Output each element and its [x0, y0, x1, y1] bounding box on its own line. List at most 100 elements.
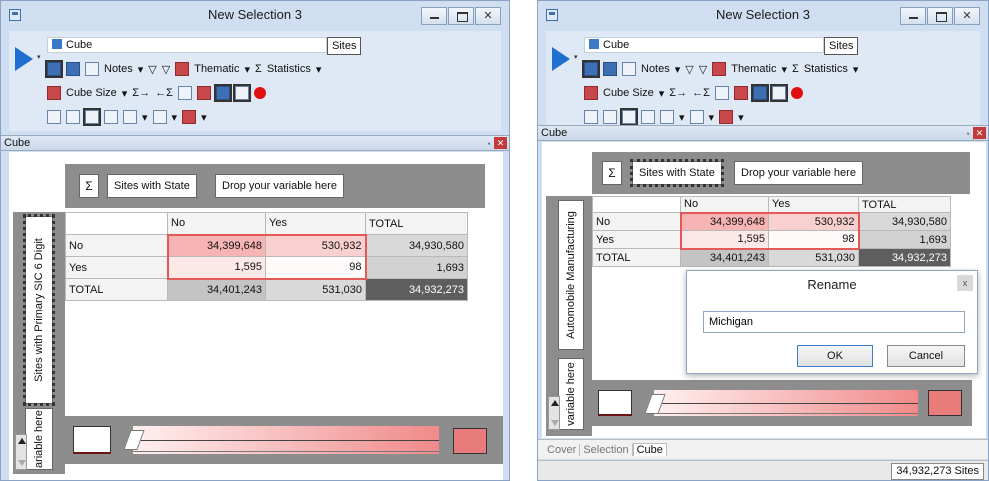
format-icon[interactable] — [66, 110, 80, 124]
cell[interactable]: 530,932 — [768, 211, 860, 231]
filter-icon[interactable]: ▽ — [148, 63, 156, 76]
column-header[interactable]: TOTAL — [365, 212, 468, 235]
clear-filter-icon[interactable]: ▽ — [162, 63, 170, 76]
run-dropdown-icon[interactable]: ▾ — [574, 53, 578, 61]
excel-dropdown-icon[interactable]: ▾ — [679, 111, 685, 124]
cell[interactable]: 34,930,580 — [858, 212, 951, 231]
column-header[interactable]: No — [680, 196, 769, 213]
tab-cover[interactable]: Cover — [544, 443, 581, 456]
sum-back-icon[interactable]: ←Σ — [692, 87, 710, 99]
panel-close-button[interactable]: ✕ — [494, 137, 507, 149]
minimize-button[interactable] — [421, 7, 447, 25]
thematic-dropdown-icon[interactable]: ▾ — [781, 63, 787, 76]
excel-icon[interactable] — [660, 110, 674, 124]
pin-icon[interactable]: ◔ — [486, 137, 491, 151]
grid-icon[interactable] — [213, 84, 232, 102]
word-dropdown-icon[interactable]: ▾ — [709, 111, 715, 124]
row-scrollbar[interactable] — [15, 434, 27, 470]
cell[interactable]: 34,401,243 — [167, 278, 266, 301]
legend-min-swatch[interactable] — [598, 390, 632, 416]
sigma-button[interactable]: Σ — [602, 161, 622, 185]
filter-icon[interactable]: ▽ — [685, 63, 693, 76]
decimal-icon[interactable] — [584, 110, 598, 124]
format-icon[interactable] — [603, 110, 617, 124]
maximize-button[interactable] — [448, 7, 474, 25]
statistics-menu[interactable]: Statistics — [804, 63, 848, 75]
open-icon[interactable] — [582, 60, 600, 78]
dialog-close-button[interactable]: x — [957, 275, 973, 291]
column-header[interactable]: No — [167, 212, 266, 235]
sum-forward-icon[interactable]: Σ→ — [132, 87, 150, 99]
cell[interactable]: 1,595 — [166, 256, 266, 280]
cube-size-dropdown-icon[interactable]: ▾ — [122, 87, 128, 100]
cell[interactable]: 531,030 — [768, 248, 859, 267]
row-drop-zone[interactable]: Automobile Manufacturing variable here — [546, 196, 592, 436]
row-header[interactable]: Yes — [65, 256, 168, 279]
tab-cube[interactable]: Cube — [632, 443, 667, 456]
close-button[interactable]: ✕ — [954, 7, 980, 25]
row-header[interactable]: No — [592, 212, 681, 231]
column-variable-chip[interactable]: Sites with State — [630, 159, 724, 187]
cube-size-icon[interactable] — [584, 86, 598, 100]
cell[interactable]: 1,595 — [679, 230, 769, 250]
scroll-up-icon[interactable] — [551, 400, 559, 406]
chart-icon[interactable] — [641, 110, 655, 124]
cell[interactable]: 34,401,243 — [680, 248, 769, 267]
legend-max-swatch[interactable] — [453, 428, 487, 454]
pin-icon[interactable]: ◔ — [965, 127, 970, 141]
clear-filter-icon[interactable]: ▽ — [699, 63, 707, 76]
row-drop-target[interactable]: variable here — [558, 358, 584, 430]
grid-icon[interactable] — [750, 84, 769, 102]
heat-icon[interactable] — [733, 86, 748, 100]
layout-icon[interactable] — [232, 84, 251, 102]
cube-name-field[interactable]: Cube — [584, 37, 824, 53]
export-dropdown-icon[interactable]: ▾ — [201, 111, 207, 124]
column-drop-target[interactable]: Drop your variable here — [215, 174, 344, 198]
sites-button[interactable]: Sites — [824, 37, 859, 55]
maximize-button[interactable] — [927, 7, 953, 25]
export-dropdown-icon[interactable]: ▾ — [738, 111, 744, 124]
cube-size-menu[interactable]: Cube Size — [603, 87, 654, 99]
rename-input[interactable] — [703, 311, 965, 333]
close-button[interactable]: ✕ — [475, 7, 501, 25]
cell[interactable]: 1,693 — [365, 256, 468, 279]
run-icon[interactable] — [552, 47, 570, 71]
column-variable-chip[interactable]: Sites with State — [107, 174, 197, 198]
export-icon[interactable] — [719, 110, 734, 124]
legend-max-swatch[interactable] — [928, 390, 962, 416]
notes-icon[interactable] — [85, 62, 99, 76]
scroll-down-icon[interactable] — [551, 420, 559, 426]
statistics-dropdown-icon[interactable]: ▾ — [853, 63, 859, 76]
notes-menu[interactable]: Notes — [641, 63, 670, 75]
cell[interactable]: 34,932,273 — [858, 248, 951, 267]
ok-button[interactable]: OK — [797, 345, 873, 367]
word-dropdown-icon[interactable]: ▾ — [172, 111, 178, 124]
column-drop-zone[interactable]: Σ Sites with State Drop your variable he… — [65, 164, 485, 208]
column-header[interactable]: TOTAL — [858, 196, 951, 213]
cell[interactable]: 34,930,580 — [365, 234, 468, 257]
cell[interactable]: 530,932 — [265, 233, 367, 257]
sigma-button[interactable]: Σ — [79, 174, 99, 198]
cancel-button[interactable]: Cancel — [887, 345, 965, 367]
row-header[interactable]: No — [65, 234, 168, 257]
legend-min-swatch[interactable] — [73, 426, 111, 454]
sum-back-icon[interactable]: ←Σ — [155, 87, 173, 99]
thematic-dropdown-icon[interactable]: ▾ — [244, 63, 250, 76]
run-dropdown-icon[interactable]: ▾ — [37, 53, 41, 61]
run-icon[interactable] — [15, 47, 33, 71]
row-header[interactable]: TOTAL — [592, 248, 681, 267]
title-bar[interactable]: New Selection 3 ✕ — [1, 1, 509, 31]
open-icon[interactable] — [45, 60, 63, 78]
notes-dropdown-icon[interactable]: ▾ — [675, 63, 681, 76]
row-scrollbar[interactable] — [548, 396, 560, 430]
list-icon[interactable] — [177, 86, 192, 100]
save-icon[interactable] — [603, 62, 617, 76]
text-icon[interactable] — [620, 108, 638, 126]
cell[interactable]: 98 — [265, 256, 367, 280]
sum-forward-icon[interactable]: Σ→ — [669, 87, 687, 99]
excel-dropdown-icon[interactable]: ▾ — [142, 111, 148, 124]
thematic-menu[interactable]: Thematic — [731, 63, 776, 75]
list-icon[interactable] — [714, 86, 729, 100]
text-icon[interactable] — [83, 108, 101, 126]
heat-icon[interactable] — [196, 86, 211, 100]
